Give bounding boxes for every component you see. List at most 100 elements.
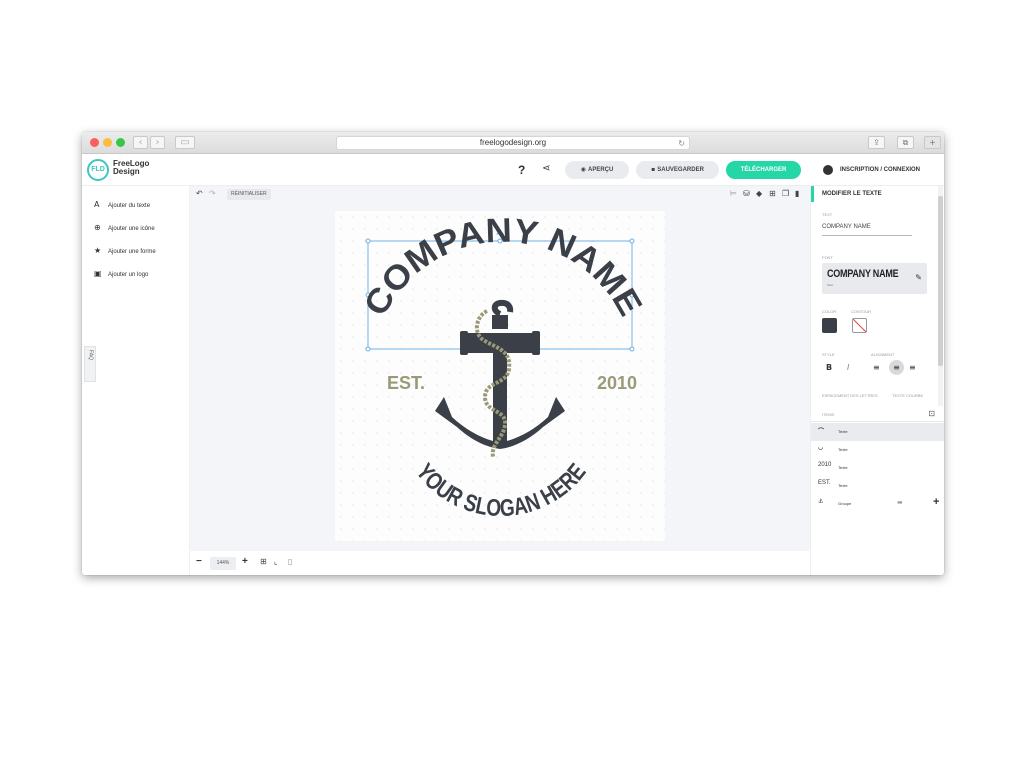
logo-est[interactable]: EST. — [387, 373, 425, 393]
grid-icon[interactable]: ⊞ — [260, 557, 267, 566]
faq-label: FAQ — [87, 350, 94, 361]
maximize-window-button[interactable] — [116, 138, 125, 147]
browser-chrome: ‹ › ▭ freelogodesign.org ↻ ⇪ ⧉ + — [82, 132, 944, 154]
sidebar-item-add-icon[interactable]: ⊕ Ajouter une icône — [94, 223, 155, 232]
contour-color-swatch[interactable] — [852, 318, 867, 333]
text-icon: A — [94, 200, 100, 209]
layer-thumb: ⌒ — [818, 429, 825, 435]
color-label: COLOR — [822, 309, 837, 314]
help-icon[interactable]: ? — [518, 163, 525, 177]
close-window-button[interactable] — [90, 138, 99, 147]
resize-handle[interactable] — [629, 238, 635, 244]
logo-slogan-text: YOUR SLOGAN HERE — [411, 459, 592, 523]
save-button[interactable]: ▪ SAUVEGARDER — [636, 161, 719, 179]
app-header: FLD FreeLogo Design ? ⋖ ◉ APERÇU ▪ SAUVE… — [82, 154, 944, 186]
scrollbar-thumb[interactable] — [938, 196, 943, 366]
canvas-toolbar: ↶ ↷ RÉINITIALISER ⊨ ⛁ ◆ ⊞ ❐ ▮ — [190, 186, 810, 204]
back-icon[interactable]: ‹ — [133, 136, 148, 149]
layer-name: Texte — [838, 483, 848, 488]
align-center-icon[interactable]: ≡ — [889, 360, 904, 375]
layer-thumb: ◡ — [818, 445, 824, 451]
image-icon: ▣ — [94, 269, 102, 278]
reset-button[interactable]: RÉINITIALISER — [227, 189, 271, 200]
resize-handle[interactable] — [365, 238, 371, 244]
italic-button[interactable]: I — [847, 363, 849, 372]
download-button[interactable]: TÉLÉCHARGER — [726, 161, 801, 179]
layer-item[interactable]: EST. Texte — [811, 477, 944, 495]
share-icon[interactable]: ⋖ — [542, 163, 550, 174]
font-family-name: Teko — [827, 283, 834, 287]
layer-item[interactable]: 2010 Texte — [811, 459, 944, 477]
logo-artboard[interactable]: COMPANY NAME EST. 2010 YOUR SLOGAN HERE — [335, 211, 665, 541]
layers-stack-icon[interactable]: ⛁ — [743, 189, 750, 198]
text-color-swatch[interactable] — [822, 318, 837, 333]
align-layers-icon[interactable]: ⊨ — [730, 189, 737, 198]
user-icon[interactable] — [823, 165, 833, 175]
anchor-icon[interactable] — [435, 299, 565, 458]
layer-item[interactable]: ◡ Texte — [811, 441, 944, 459]
preview-label: APERÇU — [587, 167, 614, 173]
sidebar-item-add-text[interactable]: A Ajouter du texte — [94, 200, 150, 209]
folder-icon[interactable]: ▬ — [897, 499, 903, 506]
no-color-icon — [852, 318, 867, 333]
properties-panel: MODIFIER LE TEXTE TEXT COMPANY NAME FONT… — [810, 186, 944, 575]
zoom-out-button[interactable]: − — [196, 556, 202, 567]
reload-icon[interactable]: ↻ — [678, 138, 685, 150]
add-to-group-button[interactable]: + — [933, 496, 939, 508]
undo-icon[interactable]: ↶ — [196, 189, 203, 198]
layer-item[interactable]: ⌒ Texte — [811, 423, 944, 441]
eye-icon: ◉ — [580, 166, 588, 173]
address-bar[interactable]: freelogodesign.org ↻ — [336, 136, 690, 150]
layer-item[interactable]: ⚓ Groupe ▬ + — [811, 495, 944, 513]
layers-title: ITEMS — [822, 412, 835, 417]
collapse-icon[interactable]: ⊡ — [928, 409, 935, 418]
faq-tab[interactable]: FAQ — [84, 346, 96, 382]
forward-icon[interactable]: › — [150, 136, 165, 149]
align-left-icon[interactable]: ≡ — [873, 363, 880, 372]
preview-button[interactable]: ◉ APERÇU — [565, 161, 629, 179]
sidebar-toggle-icon[interactable]: ▭ — [175, 136, 195, 149]
sidebar-item-label: Ajouter un logo — [108, 272, 149, 278]
trash-icon[interactable]: ▯ — [288, 557, 292, 566]
logo-artwork: COMPANY NAME EST. 2010 YOUR SLOGAN HERE — [357, 212, 649, 523]
bold-button[interactable]: B — [826, 363, 832, 372]
pencil-icon[interactable]: ✎ — [915, 273, 922, 282]
share-page-icon[interactable]: ⇪ — [868, 136, 885, 149]
flip-icon[interactable]: ◆ — [756, 189, 762, 198]
sidebar-item-add-shape[interactable]: ★ Ajouter une forme — [94, 246, 156, 255]
align-right-icon[interactable]: ≡ — [909, 363, 916, 372]
new-tab-icon[interactable]: + — [924, 136, 941, 149]
minimize-window-button[interactable] — [103, 138, 112, 147]
resize-handle[interactable] — [365, 346, 371, 352]
brand-logo[interactable]: FreeLogo Design — [113, 160, 149, 176]
curved-text-label: TEXTE COURBE — [892, 393, 924, 398]
layer-thumb: 2010 — [818, 462, 832, 468]
tabs-icon[interactable]: ⧉ — [897, 136, 914, 149]
zoom-bar: − 144% + ⊞ ⌞ ▯ — [190, 551, 810, 575]
zoom-in-button[interactable]: + — [242, 556, 248, 567]
font-label: FONT — [822, 255, 833, 260]
zoom-level[interactable]: 144% — [210, 557, 236, 570]
logo-mark[interactable]: FLD — [87, 159, 109, 181]
panel-scrollbar[interactable] — [938, 186, 943, 406]
browser-window: ‹ › ▭ freelogodesign.org ↻ ⇪ ⧉ + FLD Fre… — [82, 132, 944, 575]
layer-name: Texte — [838, 465, 848, 470]
logo-slogan[interactable]: YOUR SLOGAN HERE — [411, 459, 592, 523]
logo-year[interactable]: 2010 — [597, 373, 637, 393]
letter-spacing-label: ESPACEMENT DES LETTRES — [822, 393, 878, 398]
tools-sidebar: A Ajouter du texte ⊕ Ajouter une icône ★ Aj… — [82, 186, 190, 575]
auth-links[interactable]: INSCRIPTION / CONNEXION — [840, 167, 920, 173]
font-picker[interactable]: COMPANY NAME Teko ✎ — [822, 263, 927, 294]
corner-guides-icon[interactable]: ⌞ — [274, 557, 278, 566]
text-field[interactable]: COMPANY NAME — [822, 224, 912, 236]
delete-icon[interactable]: ▮ — [795, 189, 799, 198]
sidebar-item-add-logo[interactable]: ▣ Ajouter un logo — [94, 269, 148, 278]
resize-handle[interactable] — [629, 346, 635, 352]
sidebar-item-label: Ajouter du texte — [108, 203, 151, 209]
duplicate-icon[interactable]: ❐ — [782, 189, 789, 198]
style-label: STYLE — [822, 352, 835, 357]
layer-thumb: EST. — [818, 480, 831, 486]
layer-name: Texte — [838, 429, 848, 434]
distribute-icon[interactable]: ⊞ — [769, 189, 776, 198]
redo-icon[interactable]: ↷ — [209, 189, 216, 198]
